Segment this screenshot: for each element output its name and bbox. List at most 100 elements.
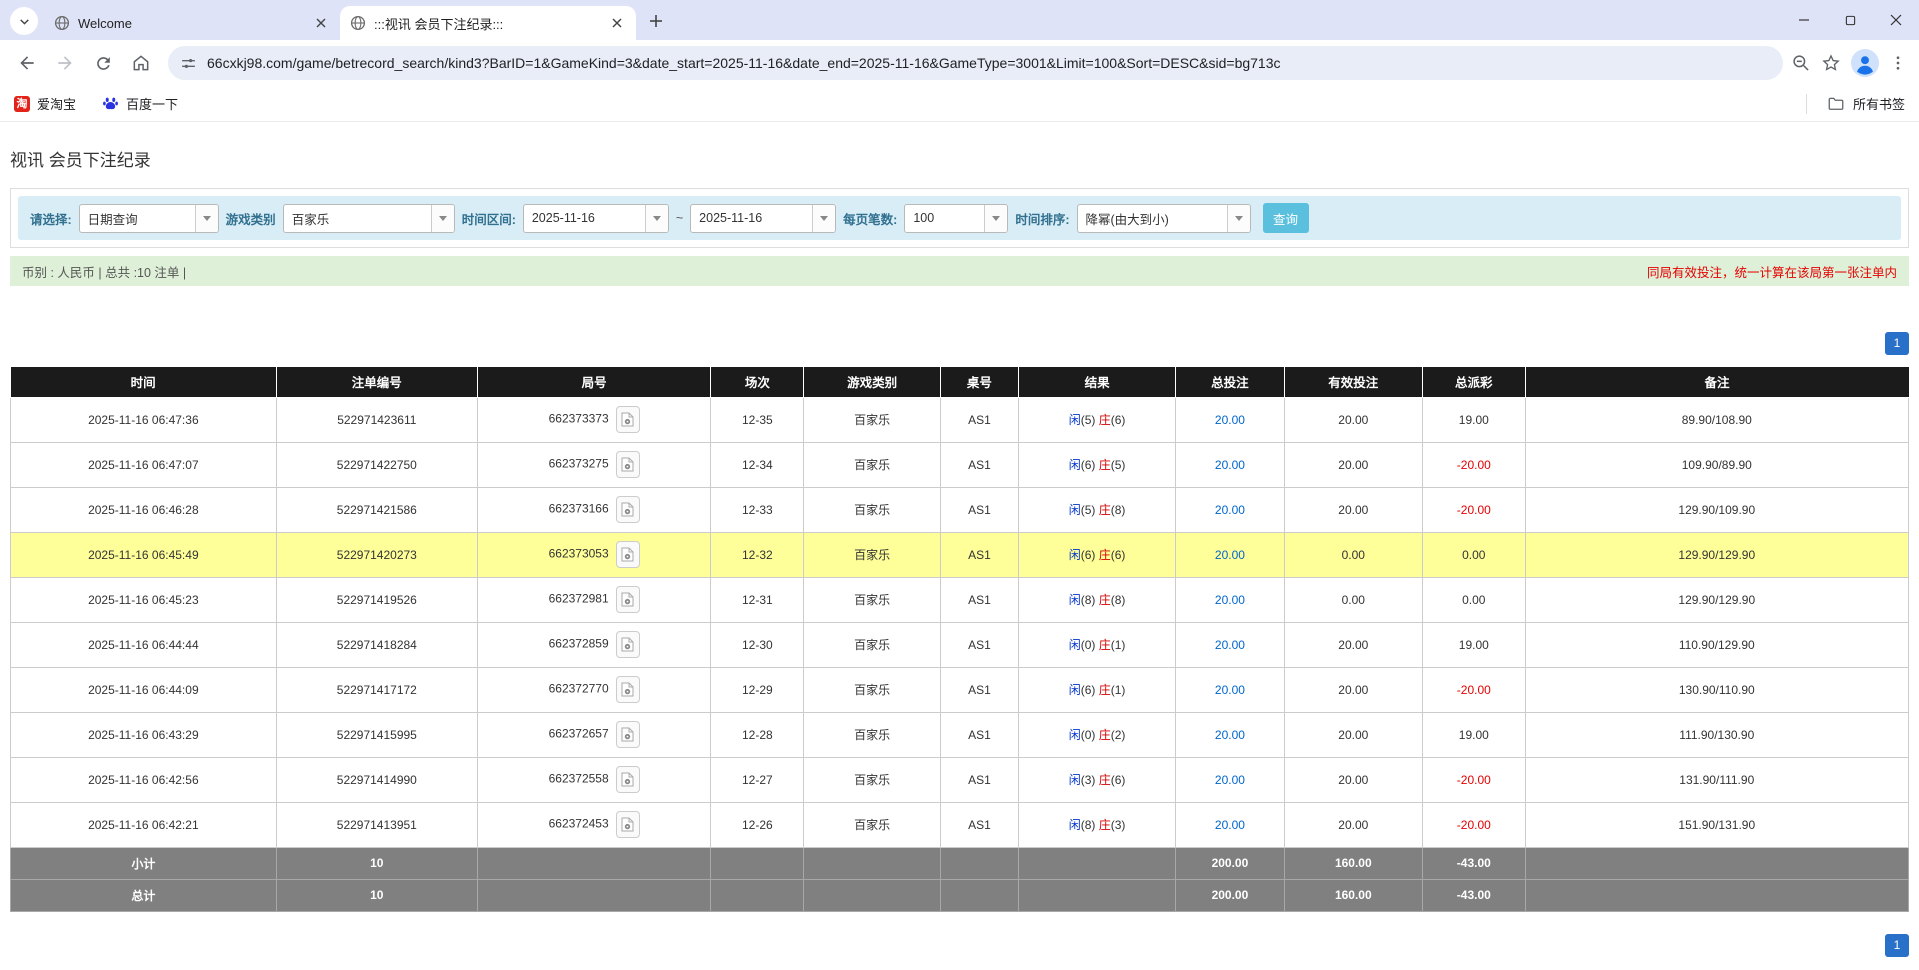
maximize-button[interactable] [1827,0,1873,40]
total-bet-link[interactable]: 20.00 [1215,503,1245,517]
video-record-icon[interactable] [616,496,640,523]
cell-session: 12-32 [711,532,804,577]
bookmark-baidu[interactable]: 百度一下 [102,94,178,113]
all-bookmarks[interactable]: 所有书签 [1806,94,1905,114]
zoom-out-icon[interactable] [1791,53,1811,73]
tab-welcome[interactable]: Welcome [44,6,340,40]
total-bet-link[interactable]: 20.00 [1215,413,1245,427]
cell-payout: 19.00 [1423,397,1525,442]
cell-result: 闲(8) 庄(8) [1018,577,1176,622]
minimize-button[interactable] [1781,0,1827,40]
chevron-down-icon[interactable] [431,205,454,232]
cell-result: 闲(0) 庄(2) [1018,712,1176,757]
taobao-icon: 淘 [14,96,30,112]
total-bet-link[interactable]: 20.00 [1215,728,1245,742]
video-file-glyph [621,637,634,652]
page-1-button[interactable]: 1 [1885,934,1909,957]
game-type-select[interactable]: 百家乐 [283,204,455,233]
bookmark-taobao[interactable]: 淘 爱淘宝 [14,94,76,113]
cell-game-type: 百家乐 [804,577,941,622]
total-bet-link[interactable]: 20.00 [1215,638,1245,652]
summary-cell [1018,879,1176,911]
cell-payout: 19.00 [1423,622,1525,667]
summary-bar: 币别 : 人民币 | 总共 :10 注单 | 同局有效投注，统一计算在该局第一张… [10,256,1909,286]
chevron-down-icon[interactable] [195,205,218,232]
video-record-icon[interactable] [616,811,640,838]
video-record-icon[interactable] [616,631,640,658]
video-record-icon[interactable] [616,406,640,433]
per-page-value: 100 [905,205,984,232]
total-bet-link[interactable]: 20.00 [1215,818,1245,832]
back-button[interactable] [10,46,44,80]
cell-payout: 0.00 [1423,577,1525,622]
cell-valid-bet: 20.00 [1284,802,1423,847]
maximize-icon [1845,15,1856,26]
summary-cell: -43.00 [1423,847,1525,879]
reload-button[interactable] [86,46,120,80]
forward-button[interactable] [48,46,82,80]
video-record-icon[interactable] [616,766,640,793]
total-bet-link[interactable]: 20.00 [1215,683,1245,697]
tab-search-button[interactable] [10,7,38,35]
cell-payout: -20.00 [1423,487,1525,532]
range-tilde: ~ [676,211,683,225]
cell-time: 2025-11-16 06:44:44 [11,622,277,667]
video-record-icon[interactable] [616,451,640,478]
profile-avatar[interactable] [1851,49,1879,77]
table-row: 2025-11-16 06:47:07522971422750662373275… [11,442,1909,487]
pagination-bottom: 1 [10,934,1909,957]
per-page-select[interactable]: 100 [904,204,1008,233]
result-banker: 庄 [1099,548,1111,562]
result-player: 闲 [1069,728,1081,742]
total-bet-link[interactable]: 20.00 [1215,458,1245,472]
page-1-button[interactable]: 1 [1885,332,1909,355]
video-record-icon[interactable] [616,676,640,703]
query-mode-select[interactable]: 日期查询 [79,204,219,233]
video-file-glyph [621,412,634,427]
table-row: 2025-11-16 06:42:21522971413951662372453… [11,802,1909,847]
folder-icon [1827,95,1845,113]
search-button[interactable]: 查询 [1263,203,1309,233]
chevron-down-icon[interactable] [1227,205,1250,232]
home-button[interactable] [124,46,158,80]
video-record-icon[interactable] [616,721,640,748]
new-tab-button[interactable] [642,7,670,35]
total-bet-link[interactable]: 20.00 [1215,773,1245,787]
chevron-down-icon[interactable] [984,205,1007,232]
toolbar-right [1791,49,1907,77]
total-bet-link[interactable]: 20.00 [1215,548,1245,562]
video-record-icon[interactable] [616,541,640,568]
cell-time: 2025-11-16 06:43:29 [11,712,277,757]
date-start-select[interactable]: 2025-11-16 [523,204,669,233]
summary-cell [477,847,710,879]
chevron-down-icon[interactable] [645,205,668,232]
video-file-glyph [621,817,634,832]
cell-result: 闲(3) 庄(6) [1018,757,1176,802]
cell-session: 12-31 [711,577,804,622]
globe-icon [350,15,366,31]
summary-cell: 10 [276,847,477,879]
date-end-select[interactable]: 2025-11-16 [690,204,836,233]
close-window-button[interactable] [1873,0,1919,40]
time-sort-select[interactable]: 降幂(由大到小) [1077,204,1251,233]
cell-table-number: AS1 [941,712,1019,757]
total-bet-link[interactable]: 20.00 [1215,593,1245,607]
cell-valid-bet: 20.00 [1284,712,1423,757]
tab-close-icon[interactable] [608,14,626,32]
cell-session: 12-34 [711,442,804,487]
result-player: 闲 [1069,548,1081,562]
tab-betrecord[interactable]: :::视讯 会员下注纪录::: [340,6,636,40]
cell-note: 89.90/108.90 [1525,397,1908,442]
cell-round-number: 662372657 [477,712,710,757]
cell-time: 2025-11-16 06:45:49 [11,532,277,577]
time-sort-label: 时间排序: [1015,209,1069,228]
bookmark-star-icon[interactable] [1821,53,1841,73]
tab-close-icon[interactable] [312,14,330,32]
result-player: 闲 [1069,593,1081,607]
video-record-icon[interactable] [616,586,640,613]
chevron-down-icon[interactable] [812,205,835,232]
address-bar[interactable]: 66cxkj98.com/game/betrecord_search/kind3… [168,46,1783,80]
result-banker: 庄 [1099,593,1111,607]
result-banker: 庄 [1099,413,1111,427]
menu-dots-icon[interactable] [1889,54,1907,72]
